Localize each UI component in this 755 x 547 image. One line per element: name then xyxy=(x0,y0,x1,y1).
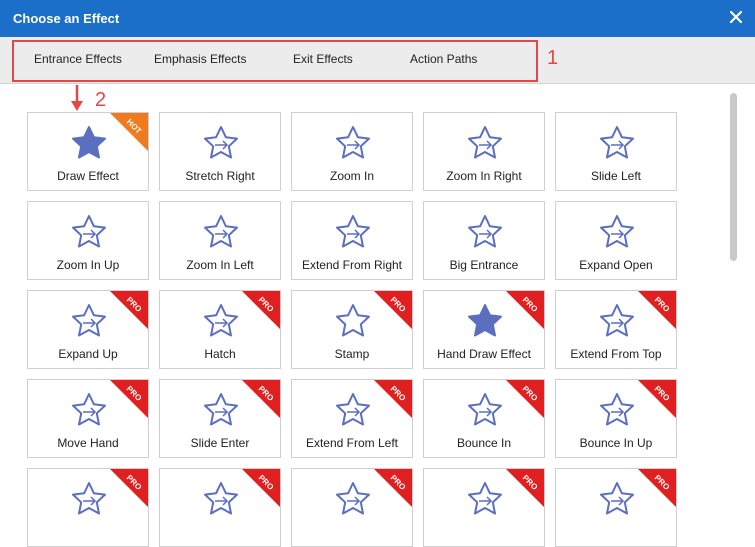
slide-enter-star-icon xyxy=(204,393,238,426)
vertical-scrollbar[interactable] xyxy=(730,93,737,261)
zoom-in-left-star-icon xyxy=(204,215,238,248)
expand-up-star-icon xyxy=(72,304,106,337)
pro-badge: PRO xyxy=(374,469,412,507)
tab-emphasis-effects[interactable]: Emphasis Effects xyxy=(154,52,246,66)
hatch-star-icon xyxy=(204,304,238,337)
effect-tile[interactable]: PRO xyxy=(291,468,413,547)
effect-tile[interactable]: Zoom In Left xyxy=(159,201,281,280)
effect-label: Zoom In xyxy=(329,169,374,183)
dialog-title: Choose an Effect xyxy=(13,11,120,26)
expand-open-star-icon xyxy=(600,215,634,248)
effect-label: Bounce In xyxy=(456,436,512,450)
effect-tile[interactable]: Hatch PRO xyxy=(159,290,281,369)
slide-horizontal-star-icon xyxy=(204,482,238,515)
close-icon[interactable] xyxy=(727,8,745,26)
stamp-icon xyxy=(336,304,370,337)
pro-badge: PRO xyxy=(242,469,280,507)
bounce-in-star-icon xyxy=(468,393,502,426)
zoom-in-star-icon xyxy=(336,126,370,159)
move-hand-star-icon xyxy=(72,393,106,426)
slide-left-star-icon xyxy=(600,126,634,159)
effect-label: Extend From Top xyxy=(570,347,662,361)
effect-label: Move Hand xyxy=(57,436,119,450)
effect-label: Hand Draw Effect xyxy=(437,347,531,361)
effect-tile[interactable]: Expand Open xyxy=(555,201,677,280)
effect-label: Stretch Right xyxy=(185,169,255,183)
effect-tile[interactable]: Extend From Left PRO xyxy=(291,379,413,458)
pro-badge: PRO xyxy=(374,380,412,418)
effect-tile[interactable]: Move Hand PRO xyxy=(27,379,149,458)
hand-draw-star-icon xyxy=(72,126,106,159)
effect-tile[interactable]: Extend From Top PRO xyxy=(555,290,677,369)
annotation-arrow-down-icon xyxy=(71,85,83,111)
pro-badge: PRO xyxy=(110,291,148,329)
pro-badge: PRO xyxy=(638,469,676,507)
effect-tile[interactable]: PRO xyxy=(423,468,545,547)
zoom-pop-star-icon xyxy=(600,482,634,515)
effect-label: Expand Up xyxy=(58,347,118,361)
effect-label: Zoom In Right xyxy=(446,169,522,183)
effect-label: Slide Enter xyxy=(190,436,250,450)
effect-label: Hatch xyxy=(204,347,236,361)
effect-tile[interactable]: Stretch Right xyxy=(159,112,281,191)
tab-exit-effects[interactable]: Exit Effects xyxy=(293,52,353,66)
effect-label: Stamp xyxy=(334,347,370,361)
effect-tile[interactable]: PRO xyxy=(159,468,281,547)
pro-badge: PRO xyxy=(374,291,412,329)
move-up-star-icon xyxy=(468,482,502,515)
effect-tile[interactable]: Expand Up PRO xyxy=(27,290,149,369)
big-entrance-star-icon xyxy=(468,215,502,248)
pro-badge: PRO xyxy=(110,380,148,418)
effect-tile[interactable]: Draw Effect HOT xyxy=(27,112,149,191)
effect-tile[interactable]: Slide Enter PRO xyxy=(159,379,281,458)
hot-badge: HOT xyxy=(110,113,148,151)
pro-badge: PRO xyxy=(638,380,676,418)
pro-badge: PRO xyxy=(506,291,544,329)
pro-badge: PRO xyxy=(506,469,544,507)
effect-label: Slide Left xyxy=(590,169,642,183)
effect-tile[interactable]: Extend From Right xyxy=(291,201,413,280)
pro-badge: PRO xyxy=(506,380,544,418)
effect-label: Extend From Right xyxy=(301,258,403,272)
effect-category-tabs: Entrance Effects Emphasis Effects Exit E… xyxy=(0,37,755,84)
effect-tile[interactable]: Zoom In xyxy=(291,112,413,191)
pro-badge: PRO xyxy=(638,291,676,329)
effect-label: Bounce In Up xyxy=(579,436,653,450)
effect-tile[interactable]: Slide Left xyxy=(555,112,677,191)
effect-tile[interactable]: Hand Draw Effect PRO xyxy=(423,290,545,369)
effect-label: Draw Effect xyxy=(57,169,119,183)
effect-tile[interactable]: Zoom In Right xyxy=(423,112,545,191)
tab-entrance-effects[interactable]: Entrance Effects xyxy=(34,52,122,66)
pro-badge: PRO xyxy=(242,380,280,418)
stretch-right-star-icon xyxy=(204,126,238,159)
glow-star-icon xyxy=(72,482,106,515)
pro-badge: PRO xyxy=(110,469,148,507)
extend-from-right-star-icon xyxy=(336,215,370,248)
effect-label: Zoom In Up xyxy=(56,258,120,272)
zoom-in-right-star-icon xyxy=(468,126,502,159)
pro-badge: PRO xyxy=(242,291,280,329)
bounce-in-up-star-icon xyxy=(600,393,634,426)
effect-label: Big Entrance xyxy=(449,258,519,272)
effect-tile[interactable]: PRO xyxy=(555,468,677,547)
effect-tile[interactable]: Stamp PRO xyxy=(291,290,413,369)
dialog-titlebar: Choose an Effect xyxy=(0,0,755,37)
extend-from-left-star-icon xyxy=(336,393,370,426)
annotation-number-1: 1 xyxy=(547,47,559,69)
effect-tile[interactable]: Big Entrance xyxy=(423,201,545,280)
effect-label: Expand Open xyxy=(579,258,653,272)
extend-from-top-star-icon xyxy=(600,304,634,337)
slide-left-bounded-star-icon xyxy=(336,482,370,515)
annotation-number-2: 2 xyxy=(95,89,107,111)
effect-label: Extend From Left xyxy=(305,436,399,450)
effect-tile[interactable]: Zoom In Up xyxy=(27,201,149,280)
effect-tile[interactable]: PRO xyxy=(27,468,149,547)
hand-draw-brush-icon xyxy=(468,304,502,337)
zoom-in-up-star-icon xyxy=(72,215,106,248)
effect-tile[interactable]: Bounce In Up PRO xyxy=(555,379,677,458)
effect-tile[interactable]: Bounce In PRO xyxy=(423,379,545,458)
tab-action-paths[interactable]: Action Paths xyxy=(410,52,477,66)
effect-label: Zoom In Left xyxy=(186,258,254,272)
